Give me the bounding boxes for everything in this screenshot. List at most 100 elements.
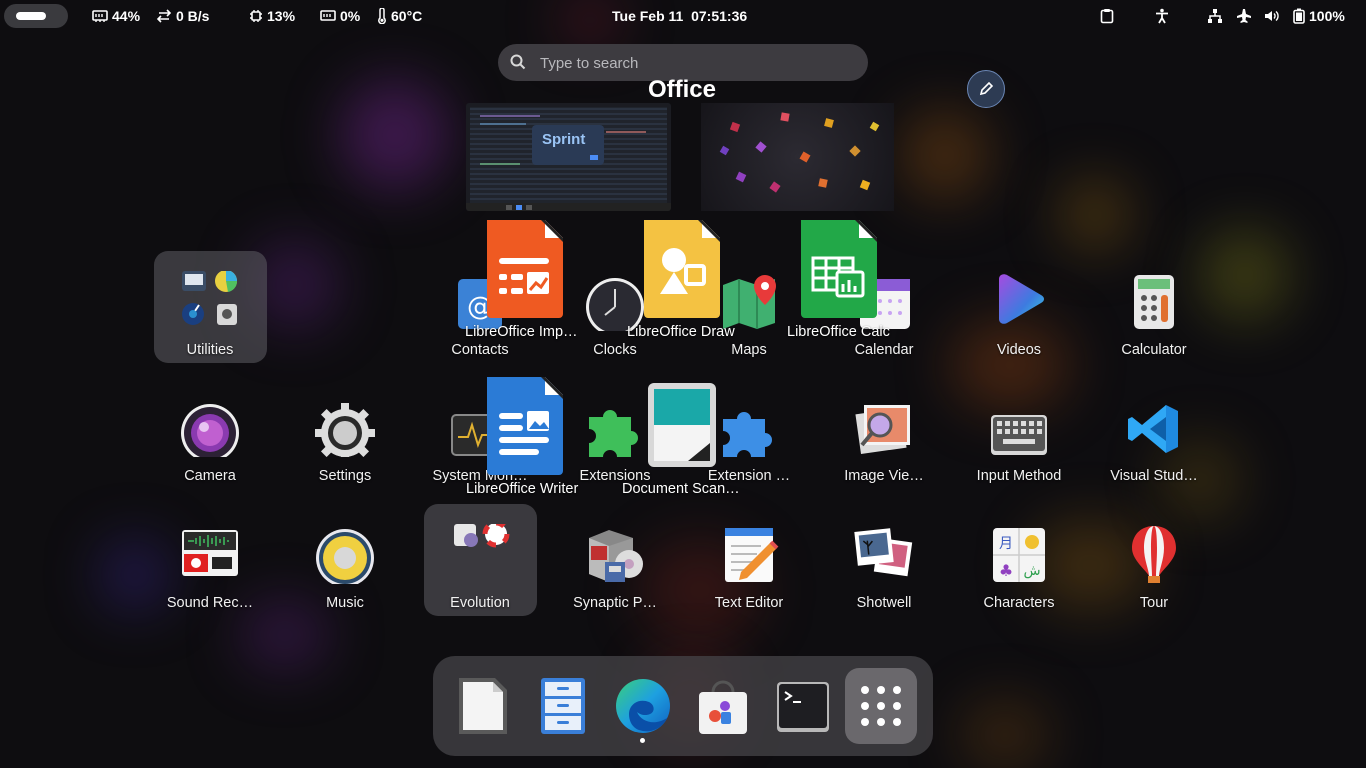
battery-value: 100%: [1309, 8, 1345, 24]
dock-files[interactable]: [527, 668, 599, 744]
temperature-indicator[interactable]: 60°C: [377, 0, 422, 32]
dock: [433, 656, 933, 756]
network-indicator[interactable]: 0 B/s: [156, 0, 209, 32]
app-utilities[interactable]: Utilities: [146, 259, 274, 369]
vscode-icon: [1128, 405, 1178, 453]
search-input[interactable]: [538, 51, 842, 75]
clipboard-indicator[interactable]: [1100, 0, 1114, 32]
activities-button[interactable]: [4, 4, 68, 28]
airplane-mode-status[interactable]: [1236, 0, 1252, 32]
app-settings[interactable]: Settings: [281, 385, 409, 495]
app-tour[interactable]: Tour: [1090, 512, 1218, 622]
cpu-icon: [250, 10, 262, 22]
app-label: Calendar: [854, 342, 914, 358]
app-input-method[interactable]: Input Method: [955, 385, 1083, 495]
clock-icon: [586, 278, 644, 331]
memory-value: 44%: [112, 8, 141, 24]
document-scanner-icon: [648, 383, 716, 467]
app-libreoffice-calc[interactable]: [799, 220, 879, 318]
libreoffice-calc-label: LibreOffice Calc: [787, 324, 890, 340]
clipboard-icon: [1100, 9, 1114, 24]
app-camera[interactable]: Camera: [146, 385, 274, 495]
accessibility-icon: [1156, 8, 1168, 24]
libreoffice-impress-label: LibreOffice Imp…: [465, 324, 578, 340]
volume-icon: [1265, 10, 1279, 22]
app-label: Sound Rec…: [166, 595, 254, 611]
app-videos[interactable]: Videos: [955, 259, 1083, 369]
pencil-icon: [979, 82, 993, 96]
app-sound-recorder[interactable]: Sound Rec…: [146, 512, 274, 622]
app-label: Calculator: [1121, 342, 1187, 358]
network-status[interactable]: [1207, 0, 1223, 32]
app-document-scanner[interactable]: [648, 383, 716, 467]
shopping-bag-icon: [699, 680, 747, 734]
app-label: Settings: [318, 468, 372, 484]
keyboard-icon: [991, 415, 1047, 455]
app-label: Synaptic P…: [573, 595, 657, 611]
app-calculator[interactable]: Calculator: [1090, 259, 1218, 369]
app-libreoffice-impress[interactable]: [485, 220, 565, 318]
gpu-indicator[interactable]: 0%: [320, 0, 360, 32]
cpu-value: 13%: [267, 8, 296, 24]
libreoffice-calc-icon: [801, 220, 877, 318]
volume-status[interactable]: [1264, 0, 1280, 32]
file-cabinet-icon: [541, 678, 585, 734]
transfer-icon: [156, 9, 172, 23]
app-label: Utilities: [186, 342, 234, 358]
app-text-editor[interactable]: Text Editor: [685, 512, 813, 622]
folder-title[interactable]: Office: [600, 76, 764, 104]
app-label: Tour: [1139, 595, 1169, 611]
cpu-indicator[interactable]: 13%: [249, 0, 295, 32]
app-label: Image Vie…: [844, 468, 924, 484]
puzzle-piece-icon: [589, 410, 638, 457]
libreoffice-impress-icon: [487, 220, 563, 318]
app-label: Characters: [983, 595, 1055, 611]
extension-manager-icon: [723, 412, 772, 457]
document-scanner-label: Document Scan…: [622, 481, 740, 497]
evolution-folder-icon: [454, 524, 510, 548]
app-label: Camera: [184, 468, 236, 484]
app-libreoffice-draw[interactable]: [642, 220, 722, 318]
wired-network-icon: [1208, 9, 1222, 23]
app-image-viewer[interactable]: Image Vie…: [820, 385, 948, 495]
workspace-thumbnail-1[interactable]: Sprint: [466, 103, 671, 211]
edge-browser-icon: [616, 679, 670, 733]
app-characters[interactable]: 月 ♣ ش Characters: [955, 512, 1083, 622]
libreoffice-draw-icon: [644, 220, 720, 318]
clock[interactable]: Tue Feb 11 07:51:36: [612, 0, 747, 32]
svg-text:ش: ش: [1023, 563, 1040, 579]
dock-terminal[interactable]: [767, 668, 839, 744]
dock-software[interactable]: [687, 668, 759, 744]
dock-microsoft-edge[interactable]: [607, 668, 679, 744]
app-visual-studio-code[interactable]: Visual Stud…: [1090, 385, 1218, 495]
accessibility-menu[interactable]: [1154, 0, 1170, 32]
search-icon: [510, 54, 526, 70]
app-label: Clocks: [593, 342, 637, 358]
libreoffice-writer-icon: [487, 377, 563, 475]
workspace-thumbnail-2[interactable]: [701, 103, 894, 211]
dock-libreoffice[interactable]: [447, 668, 519, 744]
gear-icon: [315, 403, 375, 457]
battery-icon: [1293, 8, 1305, 24]
app-label: Text Editor: [714, 595, 784, 611]
app-label: Maps: [731, 342, 767, 358]
network-value: 0 B/s: [176, 8, 210, 24]
libreoffice-icon: [459, 678, 507, 734]
show-apps-button[interactable]: [845, 668, 917, 744]
svg-text:月: 月: [999, 536, 1013, 552]
app-shotwell[interactable]: Shotwell: [820, 512, 948, 622]
app-libreoffice-writer[interactable]: [485, 377, 565, 475]
app-synaptic[interactable]: Synaptic P…: [551, 512, 679, 622]
speaker-icon: [316, 529, 374, 584]
svg-text:♣: ♣: [999, 561, 1013, 580]
memory-icon: [92, 10, 108, 22]
app-music[interactable]: Music: [281, 512, 409, 622]
memory-indicator[interactable]: 44%: [92, 0, 140, 32]
rename-folder-button[interactable]: [967, 70, 1005, 108]
photos-icon: [854, 528, 913, 577]
app-label: Evolution: [450, 595, 510, 611]
app-evolution[interactable]: Evolution: [416, 512, 544, 622]
sound-recorder-icon: [182, 530, 238, 576]
battery-indicator[interactable]: 100%: [1293, 0, 1345, 32]
calculator-icon: [1134, 275, 1174, 329]
